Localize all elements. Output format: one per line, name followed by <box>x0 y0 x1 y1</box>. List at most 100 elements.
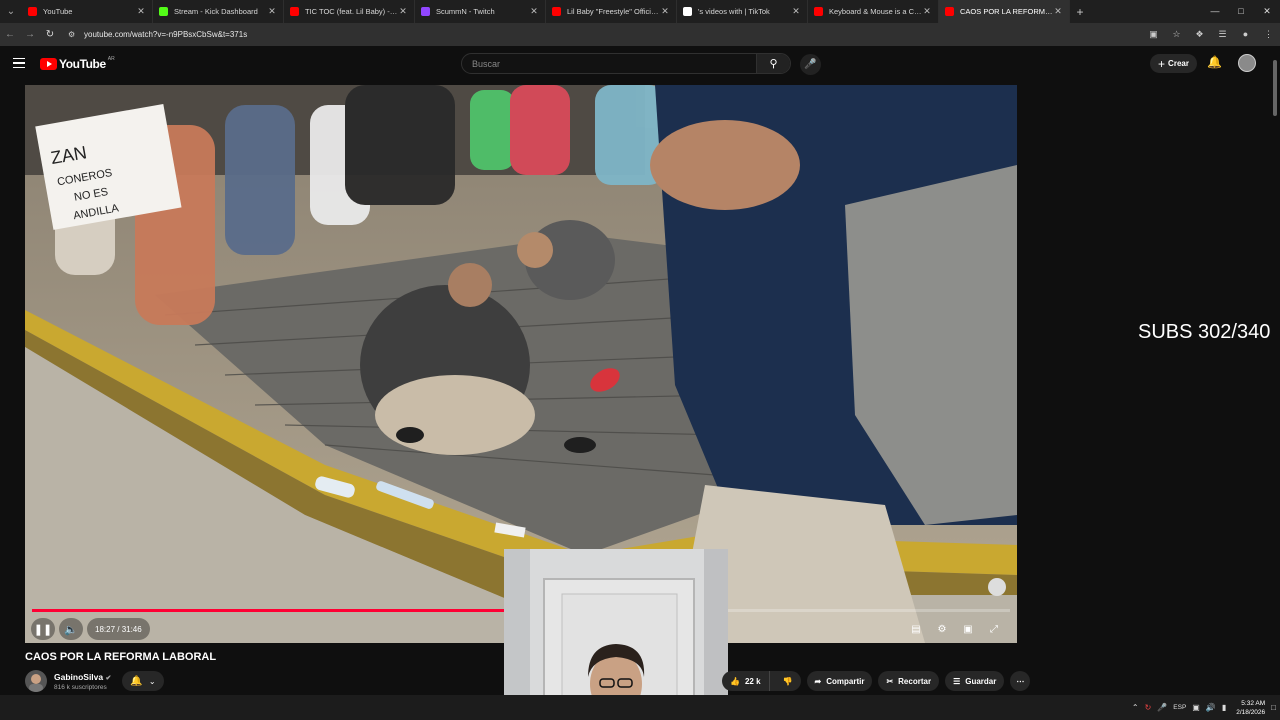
maximize-icon[interactable]: □ <box>1228 0 1254 23</box>
tray-chevron-up-icon[interactable]: ⌃ <box>1132 703 1139 712</box>
notifications-icon[interactable]: □ <box>1271 703 1276 712</box>
address-bar: ← → ↻ ⚙ youtube.com/watch?v=-n9PBsxCbSw&… <box>0 23 1280 46</box>
browser-tab[interactable]: TIC TOC (feat. Lil Baby) - YouTube✕ <box>284 0 415 23</box>
clip-button[interactable]: ✂ Recortar <box>878 671 940 691</box>
clip-label: Recortar <box>898 676 932 686</box>
more-icon: ⋯ <box>1016 676 1025 686</box>
url-field[interactable]: ⚙ youtube.com/watch?v=-n9PBsxCbSw&t=371s <box>68 30 1142 39</box>
extensions-icon[interactable]: ❖ <box>1188 29 1211 40</box>
browser-tab[interactable]: Stream - Kick Dashboard ✕ <box>153 0 284 23</box>
tab-favicon-icon <box>28 7 37 16</box>
tab-close-icon[interactable]: ✕ <box>136 6 146 17</box>
notifications-bell-icon[interactable]: 🔔 <box>1207 55 1222 69</box>
subscribed-bell-button[interactable]: 🔔 ⌄ <box>122 671 164 691</box>
search-icon[interactable]: ⚲ <box>756 54 790 73</box>
subtitles-icon[interactable]: ▤ <box>903 624 929 635</box>
cast-icon[interactable]: ▣ <box>1142 29 1165 40</box>
settings-gear-icon[interactable]: ⚙ <box>929 624 955 635</box>
account-avatar[interactable] <box>1238 54 1256 72</box>
voice-search-icon[interactable]: 🎤 <box>800 54 821 75</box>
time-pill: 18:27 / 31:46 <box>87 618 150 640</box>
tab-title: Stream - Kick Dashboard <box>174 7 258 16</box>
tab-favicon-icon <box>683 7 692 16</box>
thumbs-up-icon: 👍 <box>730 676 740 686</box>
like-count: 22 k <box>744 676 761 686</box>
tab-close-icon[interactable]: ✕ <box>922 6 932 17</box>
save-button[interactable]: ☰ Guardar <box>945 671 1005 691</box>
back-icon[interactable]: ← <box>0 29 20 40</box>
subs-counter-overlay: SUBS 302/340 <box>1138 321 1271 343</box>
theater-mode-icon[interactable]: ▣ <box>955 624 981 635</box>
url-text: youtube.com/watch?v=-n9PBsxCbSw&t=371s <box>84 30 248 39</box>
tab-favicon-icon <box>159 7 168 16</box>
new-tab-button[interactable]: + <box>1070 5 1090 19</box>
tab-favicon-icon <box>421 7 430 16</box>
profile-icon[interactable]: ● <box>1234 29 1257 40</box>
dislike-button[interactable]: 👎 <box>775 677 801 686</box>
video-title: CAOS POR LA REFORMA LABORAL <box>25 651 217 663</box>
tab-favicon-icon <box>290 7 299 16</box>
create-button[interactable]: + Crear <box>1150 54 1197 73</box>
youtube-header: YouTube AR ⚲ 🎤 + Crear 🔔 <box>0 46 1280 82</box>
tab-close-icon[interactable]: ✕ <box>660 6 670 17</box>
tab-title: Keyboard & Mouse is a Cheat <box>829 7 922 16</box>
bell-icon: 🔔 <box>130 675 143 687</box>
language-indicator[interactable]: ESP <box>1173 704 1186 711</box>
tab-title: YouTube <box>43 7 73 16</box>
speaker-icon[interactable]: 🔊 <box>1206 703 1216 712</box>
tab-close-icon[interactable]: ✕ <box>267 6 277 17</box>
clock[interactable]: 5:32 AM 2/18/2026 <box>1236 699 1265 717</box>
share-button[interactable]: ➦ Compartir <box>806 671 873 691</box>
menu-hamburger-icon[interactable] <box>13 58 25 68</box>
browser-tab[interactable]: 's videos with | TikTok ✕ <box>677 0 808 23</box>
search-input[interactable] <box>462 54 756 73</box>
bookmark-star-icon[interactable]: ☆ <box>1165 29 1188 40</box>
tab-favicon-icon <box>552 7 561 16</box>
like-button[interactable]: 👍 22 k <box>722 671 770 691</box>
site-info-icon[interactable]: ⚙ <box>68 30 77 39</box>
more-actions-button[interactable]: ⋯ <box>1010 671 1031 691</box>
youtube-play-icon <box>40 58 57 70</box>
microphone-icon[interactable]: 🎤 <box>1157 703 1167 712</box>
browser-tab[interactable]: Lil Baby "Freestyle" Official Mu ✕ <box>546 0 677 23</box>
share-label: Compartir <box>826 676 865 686</box>
verified-icon: ✔ <box>105 675 112 682</box>
window-controls: — □ ✕ <box>1202 0 1280 23</box>
close-window-icon[interactable]: ✕ <box>1254 0 1280 23</box>
channel-avatar[interactable] <box>25 670 47 692</box>
fullscreen-icon[interactable]: ⤢ <box>981 624 1007 635</box>
share-icon: ➦ <box>814 676 822 686</box>
browser-tab[interactable]: CAOS POR LA REFORMA L ✕ <box>939 0 1070 23</box>
subscriber-count: 816 k suscriptores <box>54 684 107 691</box>
browser-tab[interactable]: YouTube ✕ <box>22 0 153 23</box>
tab-close-icon[interactable]: ✕ <box>1053 6 1063 17</box>
browser-tab[interactable]: ScummN - Twitch ✕ <box>415 0 546 23</box>
tab-favicon-icon <box>814 7 823 16</box>
channel-name[interactable]: GabinoSilva ✔ <box>54 672 111 682</box>
tab-search-icon[interactable]: ⌄ <box>0 0 22 23</box>
browser-tab[interactable]: Keyboard & Mouse is a Cheat ✕ <box>808 0 939 23</box>
youtube-logo[interactable]: YouTube AR <box>40 56 115 71</box>
pause-icon[interactable]: ❚❚ <box>31 617 55 641</box>
tray-sync-icon[interactable]: ↻ <box>1145 703 1152 712</box>
battery-icon[interactable]: ▮ <box>1222 703 1226 712</box>
tab-favicon-icon <box>945 7 954 16</box>
media-control-icon[interactable]: ☰ <box>1211 29 1234 40</box>
forward-icon[interactable]: → <box>20 29 40 40</box>
tab-close-icon[interactable]: ✕ <box>398 6 408 17</box>
time-display: 18:27 / 31:46 <box>95 624 142 634</box>
browser-menu-icon[interactable]: ⋮ <box>1257 29 1280 40</box>
minimize-icon[interactable]: — <box>1202 0 1228 23</box>
os-taskbar: ⌃ ↻ 🎤 ESP ▣ 🔊 ▮ 5:32 AM 2/18/2026 □ <box>0 695 1280 720</box>
tab-close-icon[interactable]: ✕ <box>791 6 801 17</box>
page-scrollbar[interactable] <box>1270 46 1280 695</box>
create-label: Crear <box>1168 59 1189 68</box>
tab-close-icon[interactable]: ✕ <box>529 6 539 17</box>
tab-title: TIC TOC (feat. Lil Baby) - YouTube <box>305 7 398 16</box>
reload-icon[interactable]: ↻ <box>40 29 60 40</box>
network-icon[interactable]: ▣ <box>1192 703 1200 712</box>
volume-icon[interactable]: 🔈 <box>59 617 83 641</box>
clock-date: 2/18/2026 <box>1236 708 1266 716</box>
play-controls-pill: ❚❚ <box>31 618 55 640</box>
scrollbar-thumb[interactable] <box>1273 60 1277 116</box>
